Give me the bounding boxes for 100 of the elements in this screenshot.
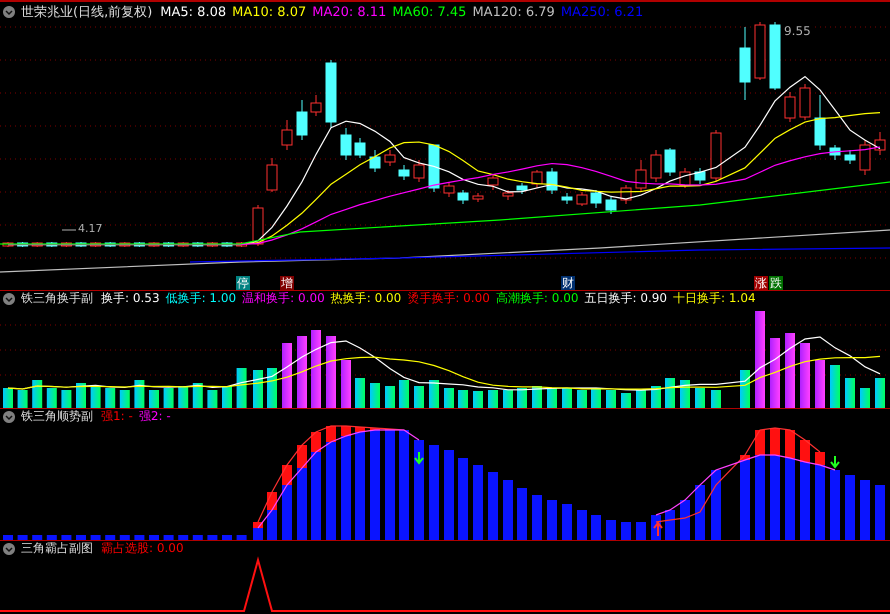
event-marker: 停 <box>236 276 250 290</box>
volume-bar <box>695 388 705 408</box>
down-arrow-icon <box>414 451 424 465</box>
event-marker: 涨 <box>754 276 768 290</box>
price-label: 4.17 <box>78 222 102 235</box>
volume-bar <box>591 388 601 408</box>
trend-bar <box>164 535 174 540</box>
event-marker: 增 <box>280 276 294 290</box>
event-marker: 财 <box>561 276 575 290</box>
trend-bar <box>665 510 675 540</box>
volume-bar <box>164 388 174 408</box>
volume-bar <box>236 368 247 408</box>
trend-bar <box>149 535 159 540</box>
candlestick <box>590 190 602 208</box>
candlestick <box>814 94 826 150</box>
trend-bar <box>3 535 13 540</box>
candlestick <box>458 190 468 204</box>
candlestick <box>710 130 722 182</box>
indicator-label: 强2: - <box>138 408 171 425</box>
volume-bar <box>845 378 855 408</box>
candlestick <box>546 168 558 194</box>
volume-bar <box>134 380 144 408</box>
candlestick <box>326 60 336 128</box>
trend-bar <box>830 470 840 540</box>
candlestick <box>844 150 856 164</box>
trend-bar <box>207 535 218 540</box>
volume-bar <box>651 386 661 408</box>
chevron-icon[interactable] <box>3 410 15 422</box>
volume-bar <box>253 370 263 408</box>
trend-bar <box>222 535 232 540</box>
indicator-label: MA5: 8.08 <box>160 4 226 20</box>
volume-bar <box>532 386 542 408</box>
trend-bar <box>606 520 616 540</box>
candlestick <box>384 150 396 166</box>
indicator-label: 低换手: 1.00 <box>166 290 236 307</box>
volume-bar <box>606 390 616 408</box>
candlestick <box>874 132 886 156</box>
trend-bar <box>621 522 631 540</box>
volume-bar <box>3 388 13 408</box>
volume-bar <box>297 336 307 408</box>
volume-bar <box>207 390 218 408</box>
candlestick <box>370 150 380 172</box>
volume-bar <box>222 386 232 408</box>
chevron-icon[interactable] <box>3 6 15 18</box>
volume-bar <box>680 380 690 408</box>
trend-bar <box>178 535 188 540</box>
volume-bar <box>830 365 840 408</box>
trend-bar <box>503 480 513 540</box>
trend-bar <box>61 535 72 540</box>
trend-bar <box>680 500 690 540</box>
volume-bar <box>621 393 631 408</box>
volume-bar <box>370 383 380 408</box>
trend-bar <box>532 495 542 540</box>
volume-bar <box>32 380 42 408</box>
volume-bar <box>326 336 336 408</box>
trend-bar <box>547 500 557 540</box>
chart-title: 铁三角换手副 <box>21 290 93 307</box>
volume-bar <box>90 386 101 408</box>
candlestick <box>252 204 264 246</box>
candlestick <box>488 174 498 190</box>
candlestick <box>830 144 840 160</box>
indicator-label: MA250: 6.21 <box>560 4 644 20</box>
volume-bar <box>488 390 498 408</box>
trend-bar <box>711 470 721 540</box>
candlestick <box>770 22 780 90</box>
volume-bar <box>458 390 468 408</box>
chevron-icon[interactable] <box>3 542 15 554</box>
candlestick <box>428 144 440 192</box>
volume-bar <box>61 390 72 408</box>
volume-bar <box>399 380 409 408</box>
price-label: 9.55 <box>784 24 811 38</box>
chart-title: 铁三角顺势副 <box>21 408 93 425</box>
candlestick <box>784 92 796 122</box>
candlestick <box>2 242 14 248</box>
volume-bar <box>636 390 646 408</box>
volume-bar <box>562 388 572 408</box>
trend-bar <box>577 510 587 540</box>
volume-bar <box>770 338 780 408</box>
candlestick <box>664 148 676 176</box>
volume-bar <box>414 386 424 408</box>
candlestick <box>606 196 616 214</box>
chart-title: 三角霸占副图 <box>21 540 93 557</box>
candlestick <box>860 140 870 176</box>
trend-bar <box>695 485 705 540</box>
trend-bar <box>105 535 116 540</box>
volume-bar <box>385 386 395 408</box>
indicator-label: 霸占选股: 0.00 <box>101 540 184 557</box>
indicator-label: 温和换手: 0.00 <box>242 290 325 307</box>
volume-bar <box>282 343 292 408</box>
chart-title: 世荣兆业(日线,前复权) <box>21 4 152 21</box>
indicator-label: MA60: 7.45 <box>392 4 466 20</box>
volume-bar <box>517 388 527 408</box>
up-arrow-icon <box>653 521 663 537</box>
trend-bar <box>90 535 101 540</box>
candlestick <box>236 242 248 248</box>
volume-bar <box>355 378 365 408</box>
candlestick <box>296 100 308 140</box>
chevron-icon[interactable] <box>3 292 15 304</box>
trend-bar <box>636 522 646 540</box>
trend-bar <box>236 535 247 540</box>
